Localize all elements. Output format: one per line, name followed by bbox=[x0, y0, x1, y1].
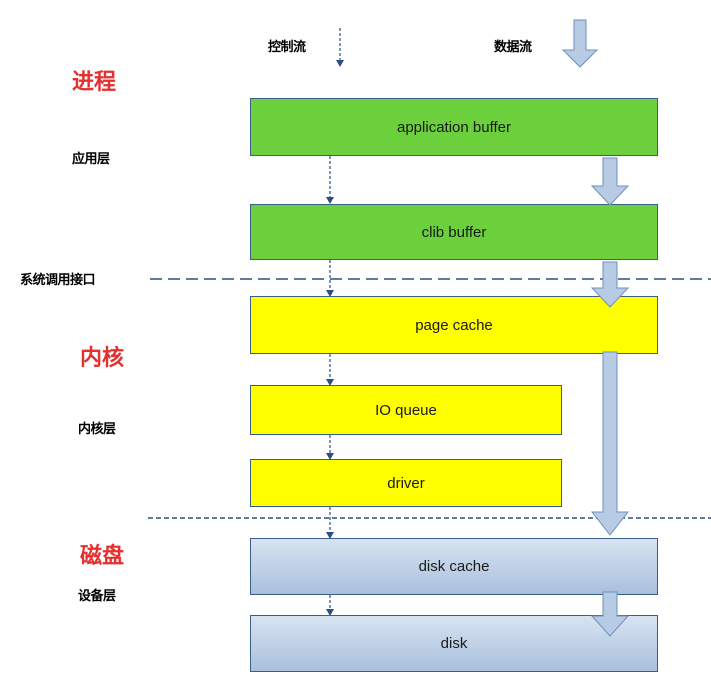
control-flow-arrowheads bbox=[326, 197, 334, 616]
flow-overlay bbox=[148, 156, 711, 637]
data-flow-arrows bbox=[590, 157, 630, 637]
data-arrow-3 bbox=[590, 351, 630, 536]
data-arrow-1 bbox=[590, 157, 630, 206]
data-arrow-2 bbox=[590, 261, 630, 308]
data-arrow-4 bbox=[590, 591, 630, 637]
